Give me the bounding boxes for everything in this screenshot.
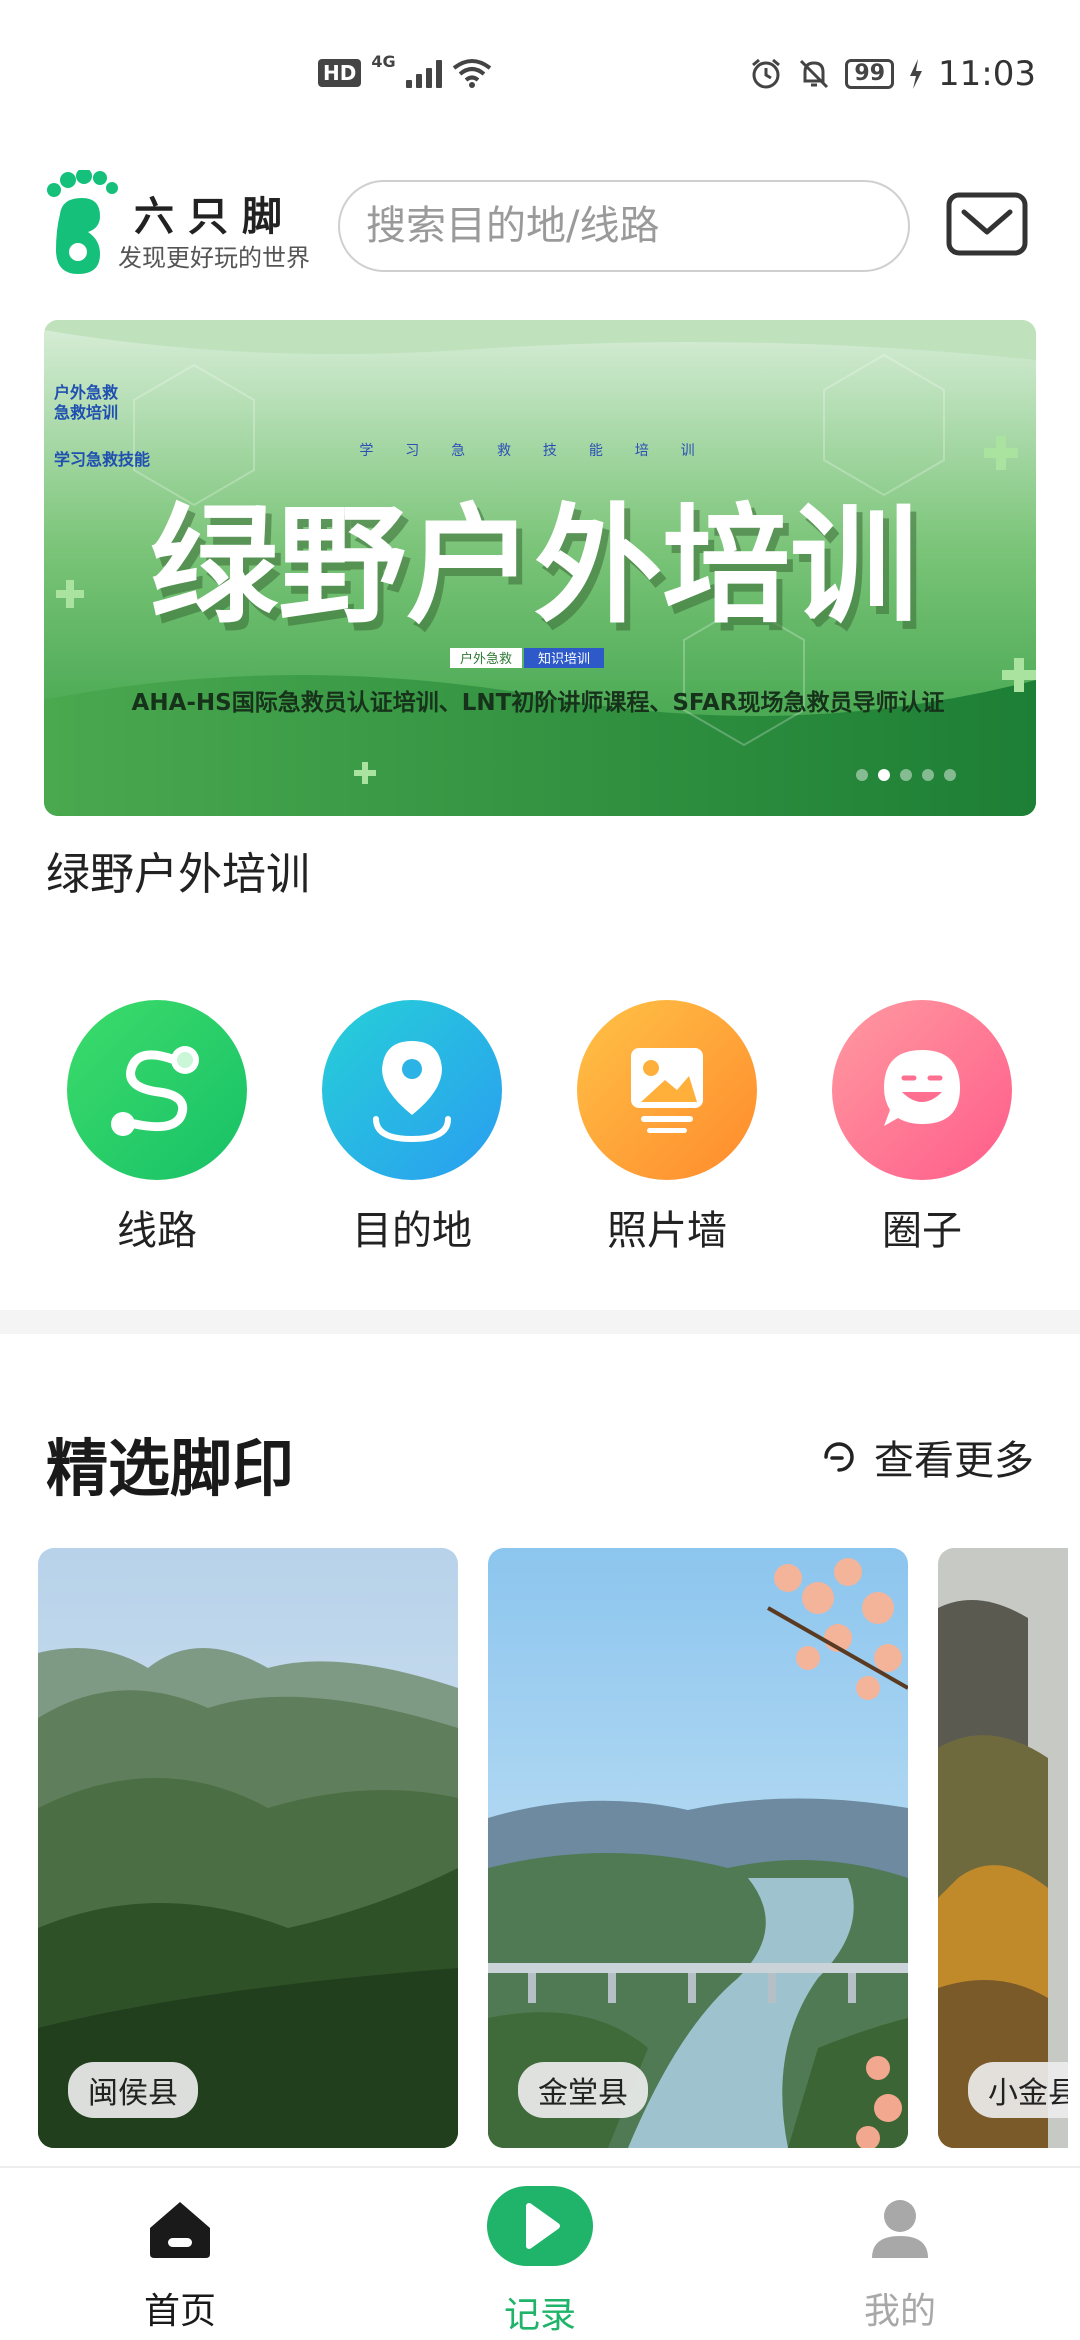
charging-icon: [910, 59, 923, 89]
battery-indicator: 99: [845, 59, 895, 89]
brand-name: 六只脚: [134, 194, 296, 240]
banner-side-text-3: 学习急救技能: [54, 450, 150, 469]
chat-smile-icon-circle[interactable]: [832, 1000, 1012, 1180]
status-bar: HD 4G 99 11:03: [0, 0, 1080, 150]
network-type: 4G: [371, 51, 396, 71]
route-icon-circle[interactable]: [67, 1000, 247, 1180]
banner-headline: 绿野户外培训: [150, 492, 918, 641]
banner-carousel[interactable]: 户外急救 急救培训 学习急救技能 学 习 急 救 技 能 培 训 绿野户外培训 …: [44, 320, 1036, 816]
header: 六只脚 发现更好玩的世界: [0, 170, 1080, 280]
banner-side-text-2: 急救培训: [54, 403, 118, 422]
carousel-dot[interactable]: [878, 769, 890, 781]
see-more-label: 查看更多: [874, 1438, 1034, 1484]
search-input[interactable]: [340, 182, 908, 270]
route-icon: [111, 1046, 199, 1136]
quick-nav-photo-wall-label: 照片墙: [607, 1208, 727, 1254]
hd-badge: HD: [318, 59, 362, 87]
location-pin-icon: [373, 1041, 451, 1143]
clock: 11:03: [938, 54, 1036, 94]
banner-courses: AHA-HS国际急救员认证培训、LNT初阶讲师课程、SFAR现场急救员导师认证: [132, 689, 945, 716]
profile-icon: [872, 2200, 928, 2258]
banner-side-text-1: 户外急救: [54, 383, 118, 402]
tab-home[interactable]: 首页: [60, 2168, 300, 2340]
quick-nav-routes-label: 线路: [117, 1208, 197, 1254]
banner-subtitle: 学 习 急 救 技 能 培 训: [359, 442, 708, 458]
section-title: 精选脚印: [46, 1432, 295, 1505]
search-bar[interactable]: [338, 180, 910, 272]
quick-nav-routes[interactable]: 线路: [57, 1000, 257, 1256]
carousel-dot[interactable]: [944, 769, 956, 781]
quick-nav-destination-label: 目的地: [352, 1208, 472, 1254]
card-location-tag: 闽侯县: [68, 2062, 198, 2118]
card-location-tag: 小金县: [968, 2062, 1068, 2118]
brand-tagline: 发现更好玩的世界: [118, 244, 310, 272]
tab-record-label: 记录: [503, 2295, 576, 2336]
quick-nav-circle[interactable]: 圈子: [822, 1000, 1022, 1256]
card-location-tag: 金堂县: [518, 2062, 648, 2118]
featured-cards: 闽侯县 金堂县 小金县: [38, 1548, 1068, 2148]
tab-profile[interactable]: 我的: [780, 2168, 1020, 2340]
alarm-icon: [752, 58, 781, 89]
featured-card[interactable]: 小金县: [938, 1548, 1068, 2148]
section-divider: [0, 1310, 1080, 1334]
banner-caption[interactable]: 绿野户外培训: [46, 838, 310, 902]
photo-icon: [631, 1048, 703, 1133]
carousel-dot[interactable]: [922, 769, 934, 781]
tab-home-label: 首页: [143, 2291, 216, 2332]
record-play-icon: [487, 2186, 593, 2266]
wifi-icon: [452, 59, 491, 88]
card-image-autumn-forest: [938, 1548, 1068, 2148]
location-pin-icon-circle[interactable]: [322, 1000, 502, 1180]
status-right: 99 11:03: [749, 54, 1036, 94]
carousel-dot[interactable]: [856, 769, 868, 781]
card-image-river-bridge: [488, 1548, 908, 2148]
quick-nav-destination[interactable]: 目的地: [312, 1000, 512, 1256]
featured-card[interactable]: 闽侯县: [38, 1548, 458, 2148]
quick-nav-photo-wall[interactable]: 照片墙: [567, 1000, 767, 1256]
banner-chip-1: 户外急救: [460, 651, 512, 667]
quick-nav: 线路 目的地 照片墙 圈子: [0, 1000, 1080, 1260]
bottom-nav: 首页 记录 我的: [0, 2166, 1080, 2340]
home-icon: [150, 2202, 210, 2258]
banner-image: 户外急救 急救培训 学习急救技能 学 习 急 救 技 能 培 训 绿野户外培训 …: [44, 320, 1036, 816]
chat-smile-icon: [884, 1050, 960, 1126]
see-more-button[interactable]: 查看更多: [818, 1428, 1034, 1486]
photo-icon-circle[interactable]: [577, 1000, 757, 1180]
mute-bell-icon: [800, 59, 829, 89]
quick-nav-circle-label: 圈子: [882, 1208, 962, 1254]
message-icon[interactable]: [946, 192, 1028, 256]
tab-record[interactable]: 记录: [420, 2168, 660, 2340]
carousel-dot[interactable]: [900, 769, 912, 781]
history-icon: [824, 1442, 854, 1472]
signal-icon: [405, 58, 442, 88]
card-image-mountains: [38, 1548, 458, 2148]
tab-profile-label: 我的: [863, 2291, 936, 2332]
banner-chip-2: 知识培训: [538, 651, 590, 667]
featured-card[interactable]: 金堂县: [488, 1548, 908, 2148]
status-left: HD 4G: [318, 52, 492, 88]
